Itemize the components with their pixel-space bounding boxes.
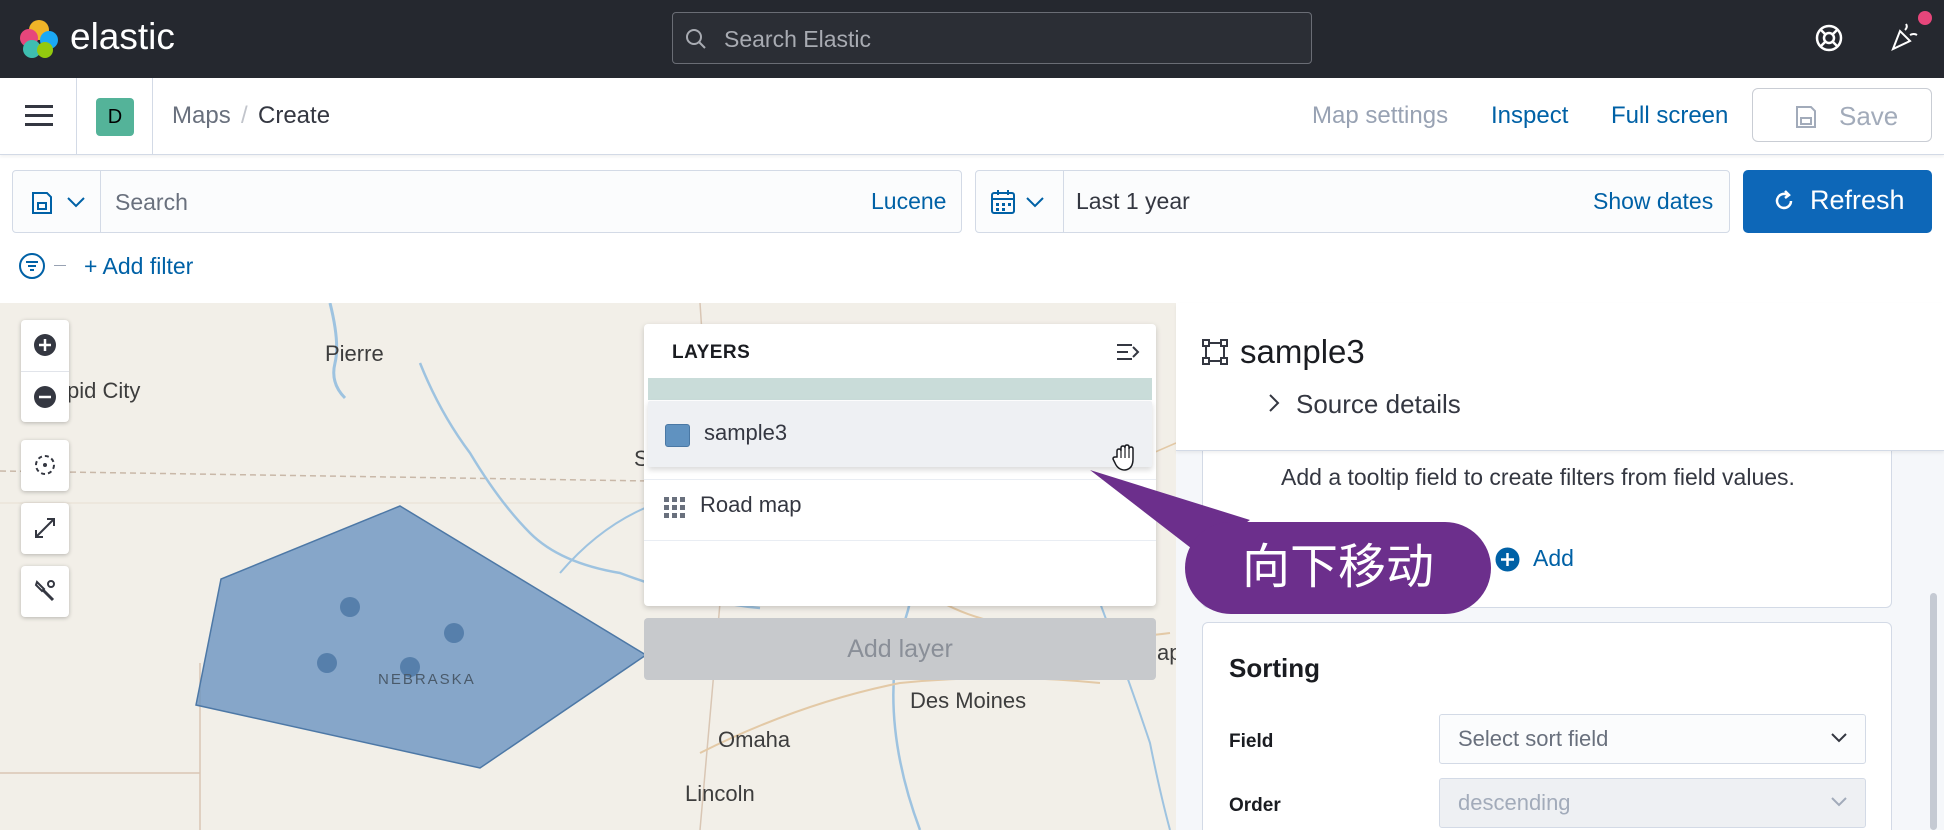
collapse-panel-icon[interactable] xyxy=(1116,342,1140,362)
sorting-card: Sorting Field Select sort field Order de… xyxy=(1202,622,1892,830)
expand-icon xyxy=(35,518,55,538)
wrench-icon xyxy=(34,580,55,602)
dragging-layer-row-sample3[interactable]: sample3 xyxy=(648,401,1152,467)
add-filter-button[interactable]: + Add filter xyxy=(84,253,193,280)
sort-field-label: Field xyxy=(1229,731,1274,752)
layer-title: sample3 xyxy=(1240,333,1365,370)
layer-row-road-map[interactable]: Road map xyxy=(644,475,1156,541)
fit-to-data-button[interactable] xyxy=(21,503,69,554)
map-label: Omaha xyxy=(718,727,791,752)
breadcrumb-maps[interactable]: Maps xyxy=(172,102,231,130)
map-settings-link[interactable]: Map settings xyxy=(1312,102,1448,130)
full-screen-link[interactable]: Full screen xyxy=(1611,102,1728,130)
sort-field-select[interactable]: Select sort field xyxy=(1439,714,1866,764)
layer-color-swatch xyxy=(665,424,690,447)
breadcrumb-create: Create xyxy=(258,102,331,129)
map-label: ap xyxy=(1157,640,1176,665)
filter-options-icon[interactable] xyxy=(18,252,46,280)
map-label: Des Moines xyxy=(910,688,1027,713)
query-language-toggle[interactable]: Lucene xyxy=(871,188,946,215)
crosshair-icon xyxy=(35,455,55,475)
plus-circle-icon xyxy=(1495,547,1520,572)
brand-name: elastic xyxy=(70,16,175,57)
inspect-link[interactable]: Inspect xyxy=(1491,102,1568,130)
query-search-input[interactable]: Search xyxy=(115,189,188,216)
calendar-icon xyxy=(991,190,1015,214)
refresh-icon xyxy=(1775,190,1793,210)
tools-control xyxy=(21,566,69,617)
app-navigation-bar: D Maps / Create Map settings Inspect Ful… xyxy=(0,78,1944,155)
global-search-input[interactable]: Search Elastic xyxy=(672,12,1312,64)
layers-title: LAYERS xyxy=(672,342,751,363)
elastic-logo-icon[interactable] xyxy=(18,18,60,60)
set-view-button[interactable] xyxy=(21,440,69,491)
top-header: elastic Search Elastic xyxy=(0,0,1944,78)
save-icon xyxy=(1796,106,1816,128)
sort-order-select[interactable]: descending xyxy=(1439,778,1866,828)
notification-badge xyxy=(1918,11,1932,25)
add-layer-button[interactable]: Add layer xyxy=(644,618,1156,680)
grab-hand-cursor-icon xyxy=(1112,444,1134,471)
panel-scrollbar[interactable] xyxy=(1930,593,1937,830)
layer-name: sample3 xyxy=(704,420,788,445)
time-range-value[interactable]: Last 1 year xyxy=(1076,188,1190,215)
minus-circle-icon xyxy=(34,386,56,408)
space-avatar[interactable]: D xyxy=(96,98,134,136)
layer-settings-body: Add a tooltip field to create filters fr… xyxy=(1176,451,1944,830)
sorting-title: Sorting xyxy=(1229,653,1320,683)
sort-order-label: Order xyxy=(1229,795,1281,816)
map-label: pid City xyxy=(67,378,141,403)
news-feed-icon[interactable] xyxy=(1889,22,1919,52)
save-label: Save xyxy=(1839,101,1899,131)
chevron-down-icon xyxy=(1831,733,1847,743)
global-search-placeholder: Search Elastic xyxy=(724,26,872,52)
layer-settings-header: sample3 Source details xyxy=(1176,303,1944,451)
divider xyxy=(76,78,77,154)
chevron-down-icon xyxy=(67,197,85,208)
plus-circle-icon xyxy=(34,334,56,356)
save-query-icon xyxy=(32,192,52,214)
tooltip-hint-text: Add a tooltip field to create filters fr… xyxy=(1281,464,1795,490)
help-icon[interactable] xyxy=(1813,22,1845,54)
add-tooltip-button[interactable]: Add xyxy=(1495,545,1574,572)
map-label: Pierre xyxy=(325,341,384,366)
divider xyxy=(152,78,153,154)
annotation-callout: 向下移动 xyxy=(1185,522,1491,614)
date-picker: Last 1 year Show dates xyxy=(975,170,1730,233)
quick-date-menu-button[interactable] xyxy=(976,171,1064,232)
set-view-control xyxy=(21,440,69,491)
zoom-in-button[interactable] xyxy=(21,320,69,371)
vector-layer-icon xyxy=(1202,339,1228,365)
source-details-toggle[interactable]: Source details xyxy=(1296,389,1461,420)
chevron-down-icon xyxy=(1831,797,1847,807)
grid-icon xyxy=(664,497,685,518)
zoom-controls xyxy=(21,320,69,422)
map-label: Lincoln xyxy=(685,781,755,806)
map-label: NEBRASKA xyxy=(378,671,476,688)
search-icon xyxy=(686,29,706,49)
save-button[interactable]: Save xyxy=(1752,88,1932,142)
show-dates-link[interactable]: Show dates xyxy=(1593,188,1713,215)
refresh-label: Refresh xyxy=(1810,185,1905,215)
sort-field-placeholder: Select sort field xyxy=(1458,726,1609,751)
layer-drop-placeholder xyxy=(648,378,1152,400)
query-bar: Search Lucene xyxy=(12,170,962,233)
sort-order-value: descending xyxy=(1458,790,1571,815)
hamburger-menu-icon[interactable] xyxy=(25,105,53,127)
layer-name: Road map xyxy=(700,492,802,517)
add-tooltip-label: Add xyxy=(1533,545,1574,571)
divider xyxy=(54,265,66,266)
fit-data-control xyxy=(21,503,69,554)
zoom-out-button[interactable] xyxy=(21,371,69,422)
tools-button[interactable] xyxy=(21,566,69,617)
saved-query-menu-button[interactable] xyxy=(13,171,101,232)
breadcrumb-separator: / xyxy=(241,102,248,129)
refresh-button[interactable]: Refresh xyxy=(1743,170,1932,233)
chevron-down-icon xyxy=(1026,197,1044,208)
chevron-right-icon[interactable] xyxy=(1268,393,1280,413)
